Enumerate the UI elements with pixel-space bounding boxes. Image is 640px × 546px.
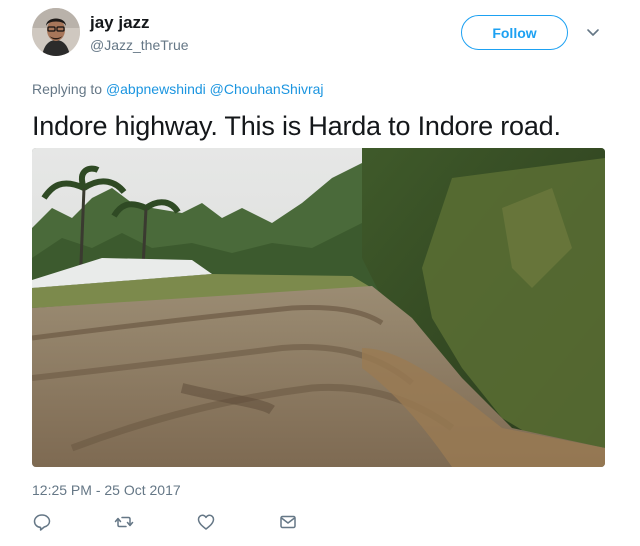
replying-to: Replying to @abpnewshindi @ChouhanShivra… bbox=[32, 80, 324, 98]
follow-button[interactable]: Follow bbox=[461, 15, 568, 50]
display-name[interactable]: jay jazz bbox=[90, 13, 150, 33]
chevron-down-icon[interactable] bbox=[585, 26, 601, 40]
reply-icon[interactable] bbox=[32, 512, 52, 532]
replying-to-label: Replying to bbox=[32, 81, 103, 97]
avatar[interactable] bbox=[32, 8, 80, 56]
user-handle[interactable]: @Jazz_theTrue bbox=[90, 36, 189, 54]
mention-link[interactable]: @ChouhanShivraj bbox=[210, 81, 324, 97]
tweet-text: Indore highway. This is Harda to Indore … bbox=[32, 111, 561, 141]
tweet-actions bbox=[32, 512, 332, 534]
retweet-icon[interactable] bbox=[114, 512, 134, 532]
tweet-card: jay jazz @Jazz_theTrue Follow Replying t… bbox=[0, 0, 640, 546]
tweet-timestamp[interactable]: 12:25 PM - 25 Oct 2017 bbox=[32, 481, 181, 499]
tweet-photo[interactable] bbox=[32, 148, 605, 467]
mention-link[interactable]: @abpnewshindi bbox=[106, 81, 206, 97]
envelope-icon[interactable] bbox=[278, 512, 298, 532]
heart-icon[interactable] bbox=[196, 512, 216, 532]
